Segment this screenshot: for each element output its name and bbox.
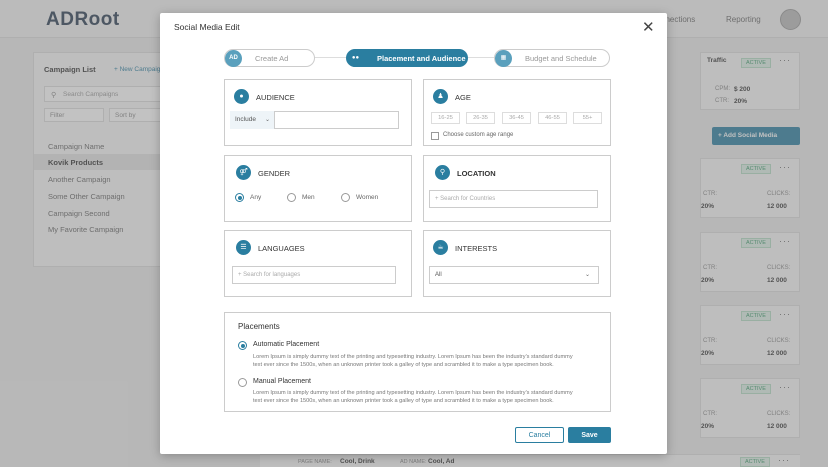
age-title: AGE [455, 93, 471, 102]
age-card: ♟ AGE 16-25 26-35 36-45 46-55 55+ Choose… [423, 79, 611, 146]
step-create-ad[interactable]: AD Create Ad [224, 49, 315, 67]
close-icon[interactable]: ✕ [642, 18, 655, 36]
gender-any-label: Any [250, 194, 262, 201]
gender-men-radio[interactable] [287, 193, 296, 202]
include-select[interactable]: Include ⌄ [230, 111, 275, 129]
modal-title: Social Media Edit [174, 22, 240, 32]
step-budget-schedule[interactable]: ▦ Budget and Schedule [494, 49, 610, 67]
automatic-placement-label: Automatic Placement [253, 341, 320, 348]
interests-icon: ☕ [433, 240, 448, 255]
age-chip[interactable]: 36-45 [502, 112, 531, 124]
custom-age-checkbox[interactable] [431, 132, 439, 140]
gender-women-label: Women [356, 194, 379, 201]
step-placement-audience[interactable]: ●● Placement and Audience [346, 49, 468, 67]
location-search-input[interactable]: + Search for Countries [429, 190, 598, 208]
people-icon: ● [234, 89, 249, 104]
gender-title: GENDER [258, 169, 291, 178]
chevron-down-icon: ⌄ [265, 117, 271, 123]
save-button[interactable]: Save [568, 427, 611, 443]
interests-title: INTERESTS [455, 244, 498, 253]
interests-card: ☕ INTERESTS All ⌄ [423, 230, 611, 297]
social-media-edit-modal: Social Media Edit ✕ AD Create Ad ●● Plac… [160, 13, 667, 454]
custom-age-label: Choose custom age range [443, 132, 514, 138]
people-icon: ●● [347, 50, 364, 67]
manual-placement-desc: Lorem Ipsum is simply dummy text of the … [253, 390, 573, 404]
placements-title: Placements [238, 322, 280, 331]
location-card: ⚲ LOCATION + Search for Countries [423, 155, 611, 222]
audience-title: AUDIENCE [256, 93, 295, 102]
automatic-placement-radio[interactable] [238, 341, 247, 350]
gender-men-label: Men [302, 194, 315, 201]
languages-title: LANGUAGES [258, 244, 305, 253]
age-icon: ♟ [433, 89, 448, 104]
ad-icon: AD [225, 50, 242, 67]
gender-women-radio[interactable] [341, 193, 350, 202]
placements-card: Placements Automatic Placement Lorem Ips… [224, 312, 611, 412]
languages-search-input[interactable]: + Search for languages [232, 266, 396, 284]
gender-card: ⚤ GENDER Any Men Women [224, 155, 412, 222]
manual-placement-label: Manual Placement [253, 378, 311, 385]
chevron-down-icon: ⌄ [585, 272, 591, 278]
interests-select[interactable]: All ⌄ [429, 266, 599, 284]
gender-icon: ⚤ [236, 165, 251, 180]
location-title: LOCATION [457, 169, 496, 178]
age-chip[interactable]: 26-35 [466, 112, 495, 124]
manual-placement-radio[interactable] [238, 378, 247, 387]
age-chip[interactable]: 55+ [573, 112, 602, 124]
gender-any-radio[interactable] [235, 193, 244, 202]
age-chip[interactable]: 46-55 [538, 112, 567, 124]
languages-card: ☰ LANGUAGES + Search for languages [224, 230, 412, 297]
location-pin-icon: ⚲ [435, 165, 450, 180]
age-chip[interactable]: 16-25 [431, 112, 460, 124]
cancel-button[interactable]: Cancel [515, 427, 564, 443]
language-icon: ☰ [236, 240, 251, 255]
calendar-icon: ▦ [495, 50, 512, 67]
automatic-placement-desc: Lorem Ipsum is simply dummy text of the … [253, 354, 573, 368]
audience-card: ● AUDIENCE Include ⌄ [224, 79, 412, 146]
